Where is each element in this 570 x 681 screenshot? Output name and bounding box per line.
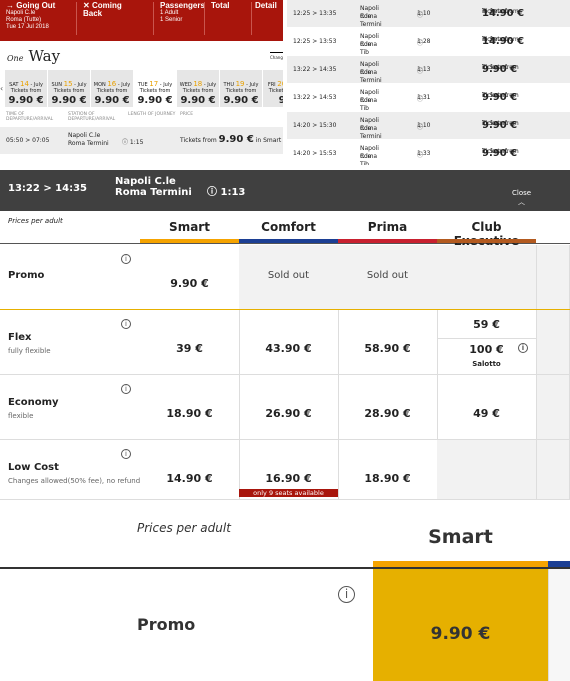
info-icon[interactable]: i	[338, 586, 355, 603]
train-row[interactable]: 14:20 > 15:30 Napoli C.le Roma Termini ⓘ 1:…	[287, 112, 570, 140]
step-total[interactable]: Total	[211, 2, 230, 10]
sold-out-cell: Sold out	[338, 245, 438, 310]
booking-steps-bar: → Going Out Napoli C.le Roma (Tutte) Tue 17…	[0, 0, 283, 41]
step-going-out[interactable]: → Going Out Napoli C.le Roma (Tutte) Tue 17…	[6, 2, 55, 31]
seats-available-badge: only 9 seats available	[239, 489, 338, 497]
change-button[interactable]: Chang	[270, 52, 283, 60]
step-passengers[interactable]: Passengers 1 Adult 1 Senior	[160, 2, 205, 24]
class-color-bar	[338, 239, 437, 243]
fare-cell[interactable]: 59 €100 € Salotto i	[437, 310, 537, 375]
zoomed-fare-view: Prices per adult Smart Promo i 9.90 €	[0, 500, 570, 681]
page-title: One Way	[7, 47, 61, 65]
date-option[interactable]: MON 16 - July Tickets from 9.90 €	[91, 70, 133, 107]
fare-cell[interactable]: 49 €	[437, 375, 537, 440]
train-row[interactable]: 12:25 > 13:53 Napoli C.le Roma Tib ⓘ 1:28 Ti…	[287, 28, 570, 56]
step-coming-back[interactable]: ✕ Coming Back	[83, 2, 128, 18]
info-icon[interactable]: i	[121, 449, 131, 459]
class-header: Club Executive	[454, 220, 520, 248]
fare-type-description: fully flexible	[8, 347, 51, 355]
fare-type-label: Economy	[8, 397, 59, 408]
fare-cell[interactable]: 16.90 € only 9 seats available	[239, 440, 339, 500]
train-row[interactable]: 13:22 > 14:35 Napoli C.le Roma Termini ⓘ 1:…	[287, 56, 570, 84]
sold-out-cell: Sold out	[239, 245, 339, 310]
train-list: 12:25 > 13:35 Napoli C.le Roma Termini ⓘ 1:…	[287, 0, 570, 165]
fare-cell[interactable]: 28.90 €	[338, 375, 438, 440]
fare-type-description: flexible	[8, 412, 34, 420]
train-row[interactable]: 05:50 > 07:05 Napoli C.le Roma Termini ⓘ …	[0, 127, 283, 154]
fare-cell[interactable]: 58.90 €	[338, 310, 438, 375]
class-color-bar	[140, 239, 239, 243]
fare-detail-panel: 13:22 > 14:35 Napoli C.le Roma Termini ⓘ …	[0, 170, 570, 500]
fare-type-label: Promo	[8, 270, 45, 281]
journey-search-panel: → Going Out Napoli C.le Roma (Tutte) Tue 17…	[0, 0, 283, 160]
class-color-bar	[239, 239, 338, 243]
class-header: Comfort	[261, 220, 316, 234]
selected-train-header: 13:22 > 14:35 Napoli C.le Roma Termini ⓘ …	[0, 170, 570, 211]
info-icon: i	[518, 343, 528, 353]
fare-cell[interactable]: 9.90 €	[140, 245, 240, 310]
class-header: Prima	[367, 220, 408, 234]
fare-type-description: Changes allowed(50% fee), no refund	[8, 477, 141, 485]
class-color-bar	[437, 239, 536, 243]
train-row[interactable]: 14:20 > 15:53 Napoli C.le Roma Tib ⓘ 1:33 Ti…	[287, 140, 570, 165]
fare-cell[interactable]: 14.90 €	[140, 440, 240, 500]
date-option[interactable]: TUE 17 - July Tickets from 9.90 €	[134, 70, 176, 107]
fare-cell[interactable]: 26.90 €	[239, 375, 339, 440]
fare-cell[interactable]: 18.90 €	[338, 440, 438, 500]
date-option[interactable]: SUN 15 - July Tickets from 9.90 €	[48, 70, 90, 107]
step-detail[interactable]: Detail	[255, 2, 283, 10]
date-option[interactable]: WED 18 - July Tickets from 9.90 €	[177, 70, 219, 107]
arrow-right-icon: →	[6, 1, 17, 10]
close-button[interactable]: Close ︿	[512, 189, 531, 207]
fare-cell[interactable]: 39 €	[140, 310, 240, 375]
date-option[interactable]: THU 19 - July Tickets from 9.90 €	[220, 70, 262, 107]
train-row[interactable]: 12:25 > 13:35 Napoli C.le Roma Termini ⓘ 1:…	[287, 0, 570, 28]
fare-cell-selected[interactable]: 9.90 €	[373, 569, 548, 681]
date-option[interactable]: SAT 14 - July Tickets from 9.90 €	[5, 70, 47, 107]
chevron-up-icon: ︿	[518, 198, 526, 206]
class-header: Smart	[169, 220, 210, 234]
info-icon[interactable]: i	[121, 384, 131, 394]
salotto-option[interactable]: 100 € Salotto i	[437, 338, 536, 369]
fare-cell[interactable]: 18.90 €	[140, 375, 240, 440]
info-icon: ⓘ	[207, 187, 217, 198]
date-selector: SAT 14 - July Tickets from 9.90 € SUN 15 - …	[0, 70, 283, 107]
train-row[interactable]: 13:22 > 14:53 Napoli C.le Roma Tib ⓘ 1:31 Ti…	[287, 84, 570, 112]
info-icon[interactable]: i	[121, 254, 131, 264]
fare-cell[interactable]: 43.90 €	[239, 310, 339, 375]
fare-cell	[437, 245, 537, 310]
fare-cell	[437, 440, 537, 500]
info-icon[interactable]: i	[121, 319, 131, 329]
fare-type-label: Flex	[8, 332, 32, 343]
date-option[interactable]: FRI 20 - JulyTickets from9.	[263, 70, 283, 107]
fare-type-label: Low Cost	[8, 462, 59, 473]
